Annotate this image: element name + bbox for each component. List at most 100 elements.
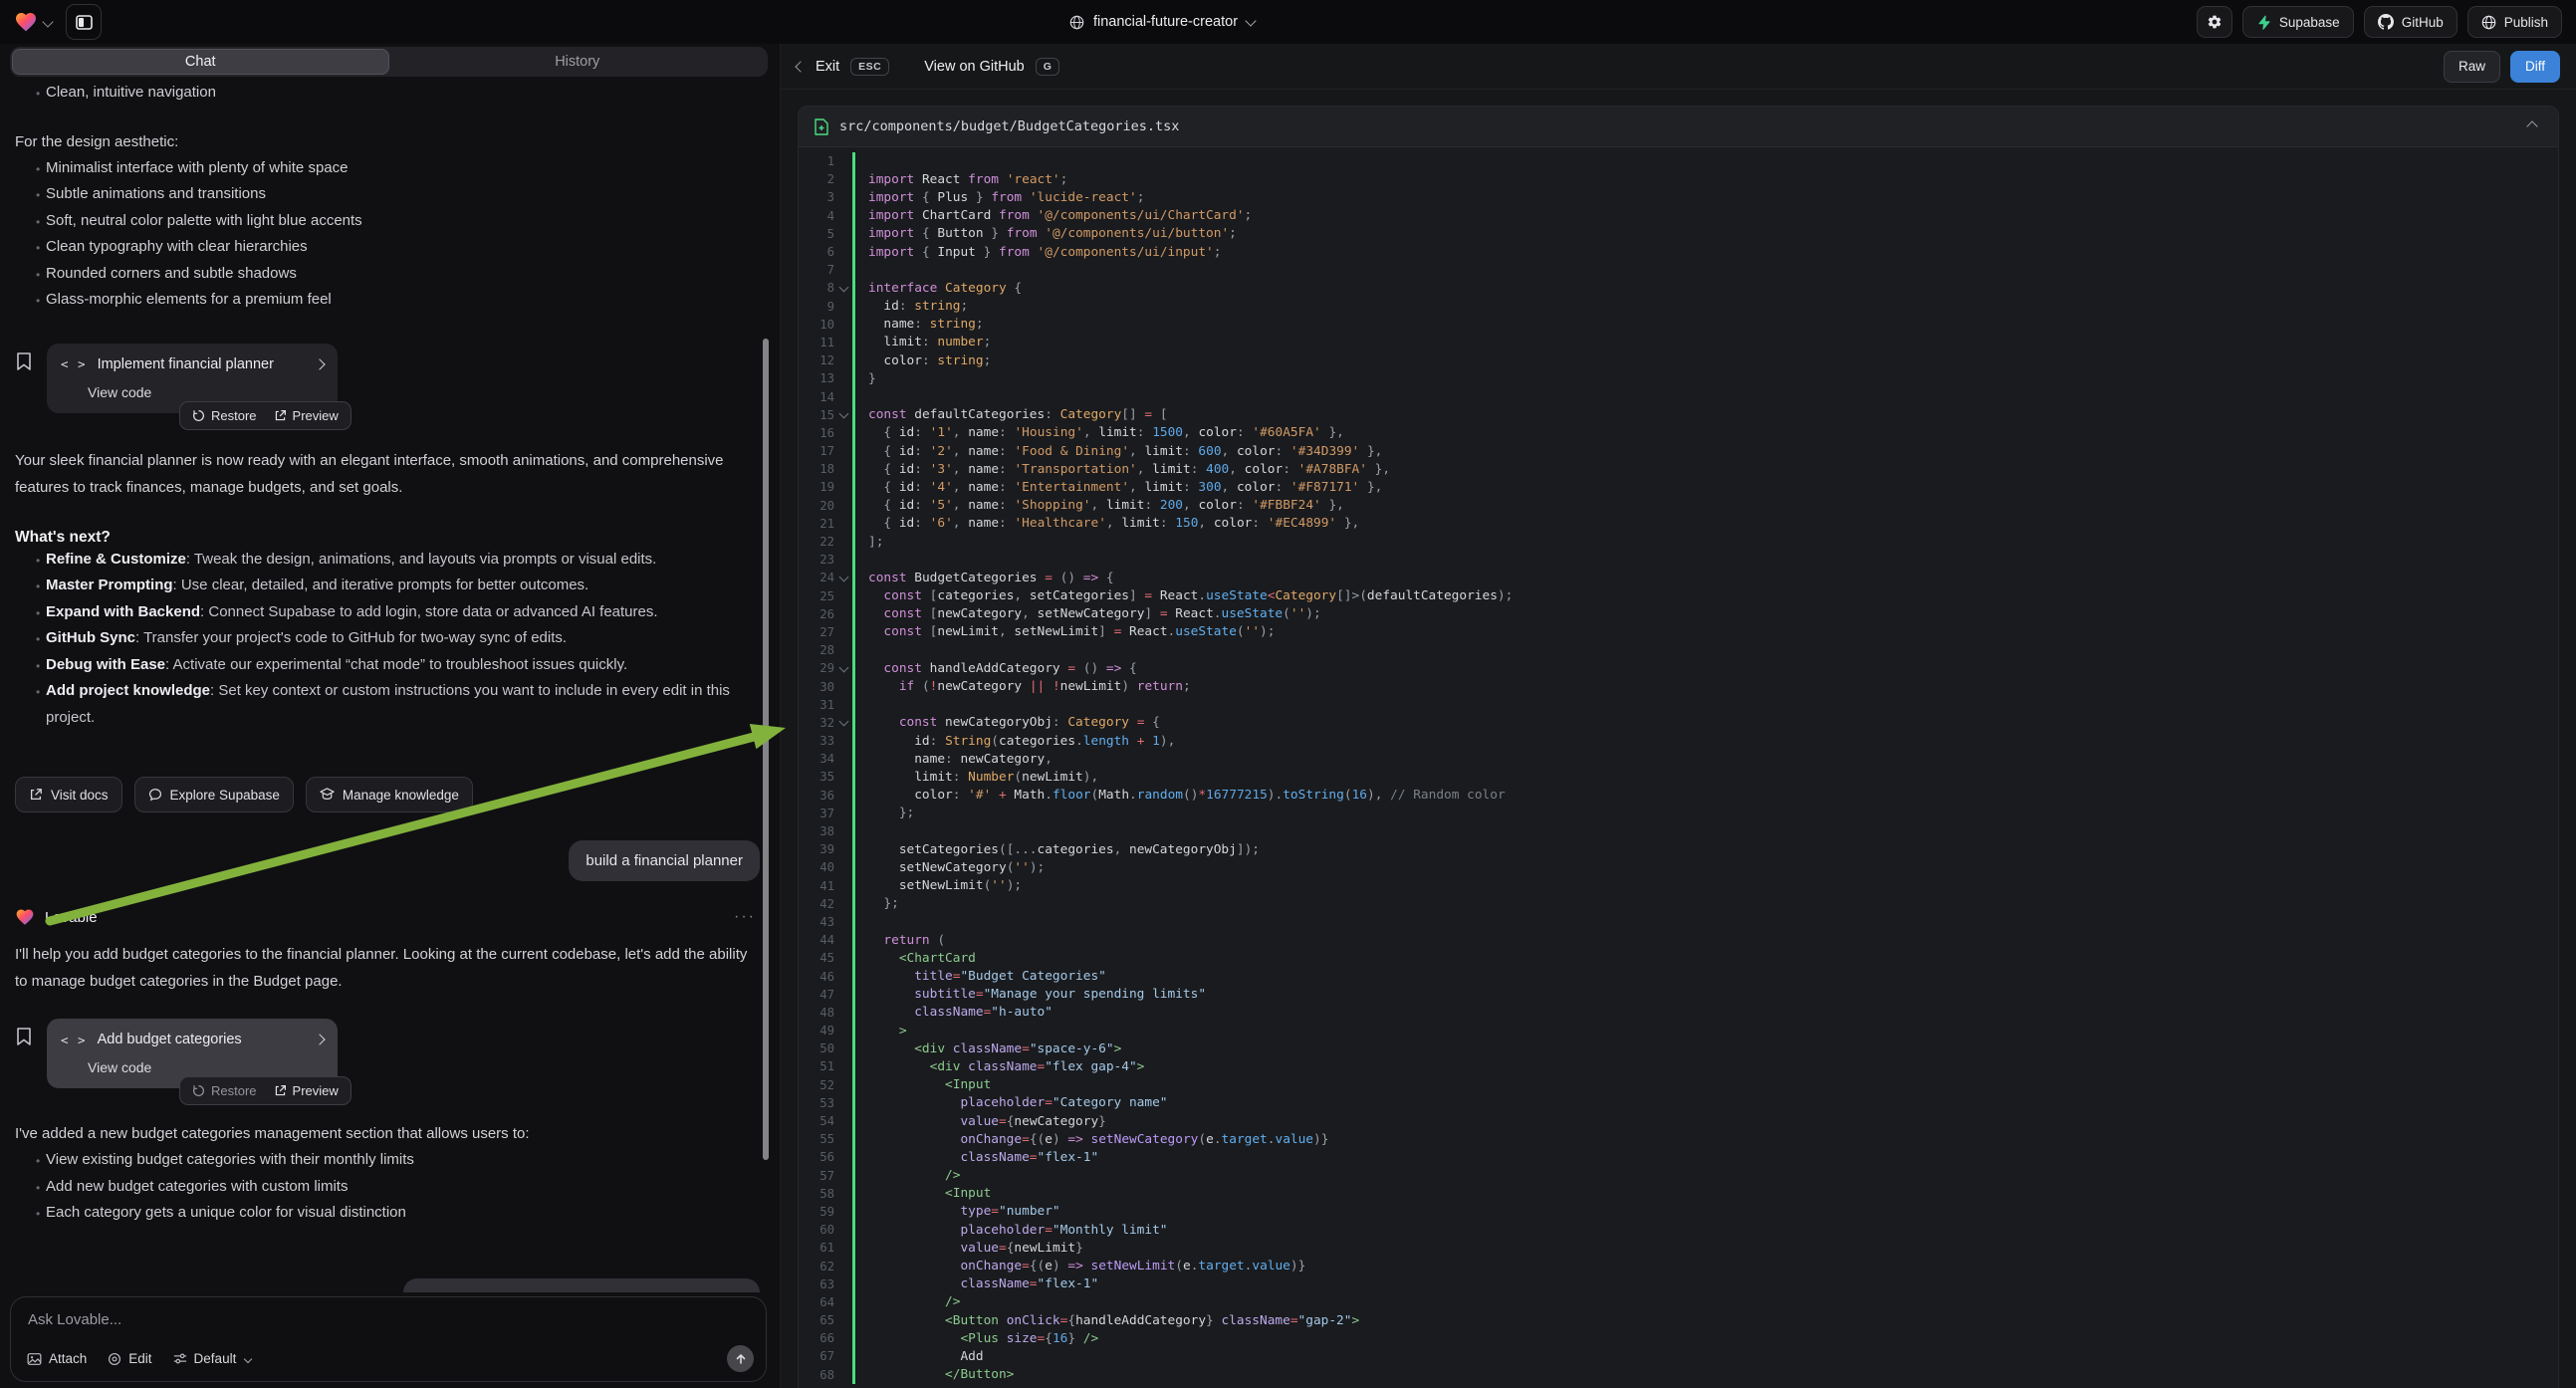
explore-supabase-button[interactable]: Explore Supabase (134, 777, 294, 812)
preview-button[interactable]: Preview (274, 408, 339, 423)
code-line: 41 setNewLimit(''); (799, 877, 2558, 895)
project-switcher[interactable]: financial-future-creator (1033, 0, 1291, 44)
fold-chevron-icon[interactable] (834, 720, 852, 725)
line-number: 16 (799, 426, 834, 440)
preview-button[interactable]: Preview (274, 1083, 339, 1098)
chevron-right-icon (314, 358, 325, 369)
code-text: if (!newCategory || !newLimit) return; (852, 677, 2558, 695)
code-line: 51 <div className="flex gap-4"> (799, 1057, 2558, 1075)
code-text: placeholder="Monthly limit" (852, 1221, 2558, 1239)
code-line: 46 title="Budget Categories" (799, 967, 2558, 985)
whats-next-item: Refine & Customize: Tweak the design, an… (15, 547, 760, 574)
code-line: 54 value={newCategory} (799, 1112, 2558, 1130)
line-number: 33 (799, 734, 834, 748)
file-header[interactable]: src/components/budget/BudgetCategories.t… (799, 107, 2558, 147)
supabase-label: Supabase (2279, 15, 2340, 30)
fold-chevron-icon[interactable] (834, 286, 852, 291)
code-text: value={newLimit} (852, 1239, 2558, 1257)
send-button[interactable] (727, 1345, 754, 1372)
view-on-github-button[interactable]: View on GitHub (924, 59, 1024, 75)
lovable-heart-icon (14, 10, 38, 34)
restore-button[interactable]: Restore (192, 408, 257, 423)
bookmark-icon[interactable] (15, 1027, 33, 1046)
code-text: name: string; (852, 316, 2558, 334)
supabase-button[interactable]: Supabase (2242, 6, 2354, 38)
publish-button[interactable]: Publish (2467, 6, 2562, 38)
code-line: 44 return ( (799, 931, 2558, 949)
line-number: 23 (799, 553, 834, 567)
chat-scrollbar[interactable] (763, 339, 769, 1160)
code-line: 36 color: '#' + Math.floor(Math.random()… (799, 787, 2558, 805)
toggle-sidebar-button[interactable] (66, 4, 102, 40)
line-number: 58 (799, 1187, 834, 1201)
edit-mode-button[interactable]: Edit (108, 1351, 151, 1366)
code-line: 6import { Input } from '@/components/ui/… (799, 243, 2558, 261)
list-item: Clean typography with clear hierarchies (15, 234, 760, 261)
collapse-chevron-icon[interactable] (2526, 120, 2537, 131)
graduation-cap-icon (320, 788, 335, 802)
code-text: className="h-auto" (852, 1004, 2558, 1022)
line-number: 59 (799, 1205, 834, 1219)
code-text: setCategories([...categories, newCategor… (852, 840, 2558, 858)
exit-button[interactable]: Exit (816, 59, 839, 75)
model-selector[interactable]: Default (173, 1351, 252, 1366)
tab-history[interactable]: History (389, 49, 767, 75)
line-number: 43 (799, 915, 834, 929)
diff-button[interactable]: Diff (2510, 51, 2560, 83)
code-text (852, 696, 2558, 714)
code-text: return ( (852, 931, 2558, 949)
raw-button[interactable]: Raw (2444, 51, 2500, 83)
line-number: 32 (799, 716, 834, 730)
fold-chevron-icon[interactable] (834, 666, 852, 671)
lovable-logo-menu[interactable] (14, 10, 52, 34)
code-line: 9 id: string; (799, 298, 2558, 316)
edit-card-add-budget-categories[interactable]: < > Add budget categories View code Rest… (47, 1019, 338, 1088)
line-number: 63 (799, 1277, 834, 1291)
chat-message-list[interactable]: Clean, intuitive navigation For the desi… (0, 80, 780, 1292)
code-text: <Button onClick={handleAddCategory} clas… (852, 1311, 2558, 1329)
line-number: 24 (799, 571, 834, 584)
line-number: 40 (799, 860, 834, 874)
line-number: 37 (799, 807, 834, 820)
code-line: 37 }; (799, 805, 2558, 822)
code-line: 15const defaultCategories: Category[] = … (799, 406, 2558, 424)
message-menu-button[interactable]: ··· (734, 908, 756, 926)
whats-next-item: Master Prompting: Use clear, detailed, a… (15, 573, 760, 599)
github-button[interactable]: GitHub (2364, 6, 2458, 38)
user-message: build a financial planner (569, 840, 760, 881)
fold-chevron-icon[interactable] (834, 412, 852, 417)
view-code-link[interactable]: View code (88, 384, 324, 400)
code-text: { id: '1', name: 'Housing', limit: 1500,… (852, 424, 2558, 442)
list-item: Each category gets a unique color for vi… (15, 1200, 760, 1227)
code-text: const defaultCategories: Category[] = [ (852, 406, 2558, 424)
attach-button[interactable]: Attach (27, 1351, 87, 1366)
external-link-icon (274, 409, 287, 422)
edit-card-title: Add budget categories (98, 1032, 242, 1047)
code-line: 52 <Input (799, 1076, 2558, 1094)
fold-chevron-icon[interactable] (834, 576, 852, 580)
code-line: 12 color: string; (799, 351, 2558, 369)
line-number: 44 (799, 933, 834, 947)
line-number: 36 (799, 789, 834, 803)
line-number: 49 (799, 1024, 834, 1038)
visit-docs-button[interactable]: Visit docs (15, 777, 122, 812)
line-number: 22 (799, 535, 834, 549)
code-view-panel: Exit ESC View on GitHub G Raw Diff src/c… (781, 44, 2576, 1388)
back-chevron-icon[interactable] (795, 61, 806, 72)
chat-input-box[interactable]: Ask Lovable... Attach Edit Default (10, 1296, 767, 1382)
manage-knowledge-button[interactable]: Manage knowledge (306, 777, 473, 812)
code-line: 45 <ChartCard (799, 949, 2558, 967)
code-text: interface Category { (852, 279, 2558, 297)
tab-chat[interactable]: Chat (12, 49, 389, 75)
line-number: 51 (799, 1059, 834, 1073)
code-editor[interactable]: 1 2import React from 'react';3import { P… (799, 147, 2558, 1384)
restore-button[interactable]: Restore (192, 1083, 257, 1098)
sidebar-panel-icon (76, 15, 93, 30)
bookmark-icon[interactable] (15, 351, 33, 371)
settings-button[interactable] (2197, 6, 2232, 38)
code-line: 53 placeholder="Category name" (799, 1094, 2558, 1112)
code-line: 47 subtitle="Manage your spending limits… (799, 986, 2558, 1004)
view-code-link[interactable]: View code (88, 1059, 324, 1075)
edit-card-implement-financial-planner[interactable]: < > Implement financial planner View cod… (47, 344, 338, 413)
line-number: 61 (799, 1241, 834, 1255)
